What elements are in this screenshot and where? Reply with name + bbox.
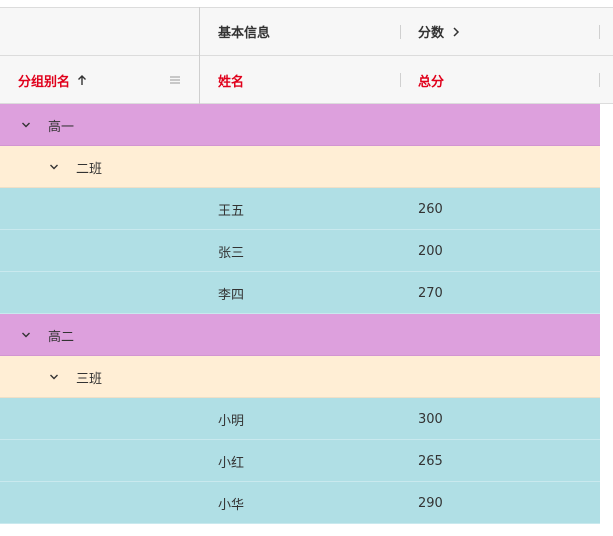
autogroup-column-header[interactable]: 分组别名 bbox=[18, 56, 186, 104]
group-label: 高二 bbox=[48, 329, 75, 345]
name-cell: 小明 bbox=[218, 413, 245, 429]
group-row-level1[interactable]: 高二 bbox=[0, 314, 600, 356]
total-cell: 300 bbox=[418, 411, 443, 427]
column-group-divider bbox=[400, 25, 401, 39]
group-label: 三班 bbox=[76, 371, 103, 387]
group-cell: 三班 bbox=[48, 356, 102, 398]
group-row-level1[interactable]: 高一 bbox=[0, 104, 600, 146]
group-row-level2[interactable]: 二班 bbox=[0, 146, 600, 188]
chevron-down-icon[interactable] bbox=[48, 161, 60, 173]
table-row[interactable]: 小明 300 bbox=[0, 398, 600, 440]
name-cell: 王五 bbox=[218, 203, 245, 219]
name-cell: 张三 bbox=[218, 245, 245, 261]
column-divider bbox=[599, 73, 600, 87]
table-row[interactable]: 小红 265 bbox=[0, 440, 600, 482]
name-cell: 小华 bbox=[218, 497, 245, 513]
grid-right-gutter bbox=[600, 104, 613, 524]
chevron-down-icon[interactable] bbox=[48, 371, 60, 383]
column-group-divider bbox=[599, 25, 600, 39]
group-row-level2[interactable]: 三班 bbox=[0, 356, 600, 398]
table-row[interactable]: 小华 290 bbox=[0, 482, 600, 524]
total-cell: 290 bbox=[418, 495, 443, 511]
table-row[interactable]: 李四 270 bbox=[0, 272, 600, 314]
column-group-scores-label: 分数 bbox=[418, 26, 445, 41]
header-column-row: 分组别名 姓名 总分 bbox=[0, 56, 613, 104]
group-cell: 二班 bbox=[48, 146, 102, 188]
group-cell: 高一 bbox=[20, 104, 74, 146]
grid-header: 基本信息 分数 分组别名 姓名 总分 bbox=[0, 7, 613, 104]
chevron-down-icon[interactable] bbox=[20, 119, 32, 131]
column-group-basic-info-label: 基本信息 bbox=[218, 26, 271, 41]
group-label: 二班 bbox=[76, 161, 103, 177]
chevron-down-icon[interactable] bbox=[20, 329, 32, 341]
name-column-header[interactable]: 姓名 bbox=[218, 56, 244, 104]
total-column-header[interactable]: 总分 bbox=[418, 56, 444, 104]
table-row[interactable]: 王五 260 bbox=[0, 188, 600, 230]
column-group-scores[interactable]: 分数 bbox=[418, 8, 462, 55]
group-label: 高一 bbox=[48, 119, 75, 135]
table-row[interactable]: 张三 200 bbox=[0, 230, 600, 272]
data-grid: 基本信息 分数 分组别名 姓名 总分 高一 二班 王五 260 张三 200 李… bbox=[0, 7, 613, 524]
total-column-label: 总分 bbox=[418, 74, 445, 90]
autogroup-column-label: 分组别名 bbox=[18, 74, 71, 90]
name-cell: 小红 bbox=[218, 455, 245, 471]
column-divider bbox=[400, 73, 401, 87]
total-cell: 200 bbox=[418, 243, 443, 259]
menu-icon[interactable] bbox=[170, 76, 180, 84]
header-group-row: 基本信息 分数 bbox=[0, 8, 613, 56]
total-cell: 260 bbox=[418, 201, 443, 217]
column-group-basic-info[interactable]: 基本信息 bbox=[218, 8, 270, 55]
total-cell: 265 bbox=[418, 453, 443, 469]
name-cell: 李四 bbox=[218, 287, 245, 303]
name-column-label: 姓名 bbox=[218, 74, 245, 90]
total-cell: 270 bbox=[418, 285, 443, 301]
group-cell: 高二 bbox=[20, 314, 74, 356]
chevron-right-icon[interactable] bbox=[450, 26, 462, 38]
arrow-up-icon[interactable] bbox=[76, 74, 88, 86]
